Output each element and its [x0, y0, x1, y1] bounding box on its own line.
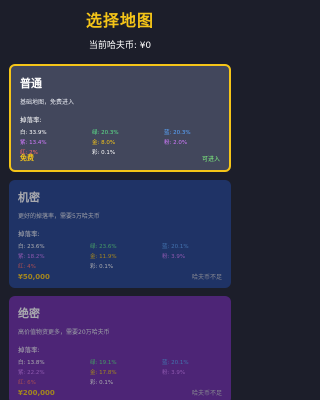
rate-blue: 蓝: 20.1% — [162, 360, 189, 366]
drop-rate-grid: 白: 33.9% 绿: 20.3% 蓝: 20.3% 紫: 13.4% 金: 8… — [20, 128, 220, 156]
map-name: 机密 — [18, 191, 40, 204]
rate-red: 红: 6% — [18, 380, 36, 386]
rate-red: 红: 4% — [18, 264, 36, 270]
rate-gold: 金: 11.9% — [90, 254, 117, 260]
rate-blue: 蓝: 20.3% — [164, 130, 191, 136]
currency-balance: 当前哈夫币: ¥0 — [88, 41, 152, 51]
rate-green: 绿: 20.3% — [92, 130, 119, 136]
map-description: 基础地图，免费进入 — [20, 99, 75, 106]
rate-white: 白: 13.8% — [18, 360, 45, 366]
rate-white: 白: 23.6% — [18, 244, 45, 250]
rate-green: 绿: 23.6% — [90, 244, 117, 250]
rate-gold: 金: 8.0% — [92, 140, 116, 146]
rate-rainbow: 彩: 0.1% — [90, 380, 114, 386]
map-card-footer: ¥200,000 哈夫币不足 — [18, 388, 222, 398]
map-card-secret[interactable]: 机密 更好的掉落率，需要5万哈夫币 掉落率: 白: 23.6% 绿: 23.6%… — [9, 180, 231, 288]
map-price: 免费 — [20, 154, 34, 162]
map-description: 高价值物资更多，需要20万哈夫币 — [18, 329, 110, 336]
drop-rate-grid: 白: 23.6% 绿: 23.6% 蓝: 20.1% 紫: 18.2% 金: 1… — [18, 242, 222, 270]
map-card-footer: ¥50,000 哈夫币不足 — [18, 272, 222, 282]
rate-purple: 紫: 18.2% — [18, 254, 45, 260]
drop-rate-label: 掉落率: — [18, 230, 40, 238]
map-description: 更好的掉落率，需要5万哈夫币 — [18, 213, 100, 220]
rate-pink: 粉: 3.9% — [162, 254, 186, 260]
drop-rate-label: 掉落率: — [18, 346, 40, 354]
map-name: 绝密 — [18, 307, 40, 320]
map-select-screen: 选择地图 当前哈夫币: ¥0 普通 基础地图，免费进入 掉落率: 白: 33.9… — [0, 0, 240, 400]
map-status: 可进入 — [201, 155, 220, 163]
rate-white: 白: 33.9% — [20, 130, 47, 136]
drop-rate-label: 掉落率: — [20, 116, 42, 124]
map-price: ¥50,000 — [18, 272, 50, 281]
map-card-normal[interactable]: 普通 基础地图，免费进入 掉落率: 白: 33.9% 绿: 20.3% 蓝: 2… — [9, 64, 231, 172]
rate-blue: 蓝: 20.1% — [162, 244, 189, 250]
rate-purple: 紫: 13.4% — [20, 140, 47, 146]
map-card-footer: 免费 可进入 — [20, 153, 220, 163]
rate-gold: 金: 17.8% — [90, 370, 117, 376]
rate-purple: 紫: 22.2% — [18, 370, 45, 376]
drop-rate-grid: 白: 13.8% 绿: 19.1% 蓝: 20.1% 紫: 22.2% 金: 1… — [18, 358, 222, 386]
map-card-top-secret[interactable]: 绝密 高价值物资更多，需要20万哈夫币 掉落率: 白: 13.8% 绿: 19.… — [9, 296, 231, 400]
rate-pink: 粉: 3.9% — [162, 370, 186, 376]
map-status: 哈夫币不足 — [191, 274, 222, 281]
map-price: ¥200,000 — [18, 388, 55, 397]
rate-rainbow: 彩: 0.1% — [90, 264, 114, 270]
map-status: 哈夫币不足 — [191, 390, 222, 397]
rate-pink: 粉: 2.0% — [164, 140, 188, 146]
page-title: 选择地图 — [85, 11, 154, 30]
rate-green: 绿: 19.1% — [90, 360, 117, 366]
map-name: 普通 — [20, 77, 42, 90]
